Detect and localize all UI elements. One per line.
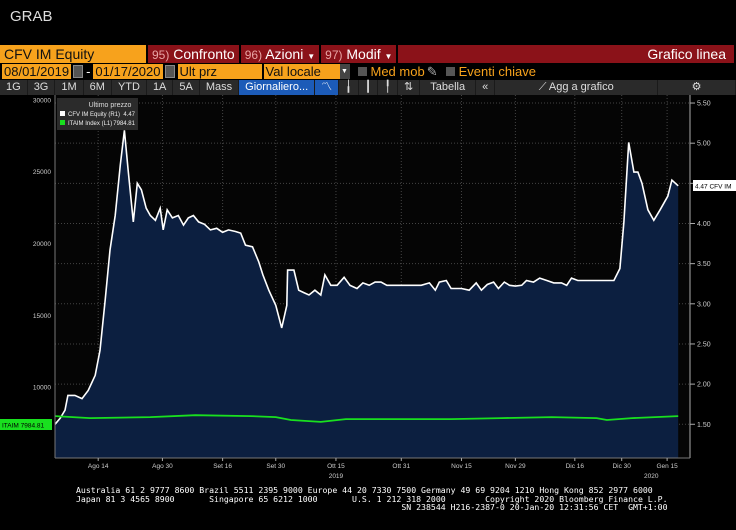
x-tick-label: Nov 15: [451, 463, 472, 470]
collapse-icon[interactable]: «: [476, 80, 495, 95]
actions-label: Azioni: [265, 46, 304, 62]
itaim-last-tag: ITAIM 7984.81: [0, 419, 52, 430]
frequency-select[interactable]: Giornaliero...: [239, 80, 315, 95]
chevron-down-icon[interactable]: ▼: [339, 64, 350, 79]
period-toolbar: 1G 3G 1M 6M YTD 1A 5A Mass Giornaliero..…: [0, 80, 736, 95]
add-to-chart-button[interactable]: ⟋ Agg a grafico: [495, 80, 658, 95]
period-5a[interactable]: 5A: [173, 80, 199, 95]
right-tick-label: 3.50: [697, 261, 711, 268]
bar-chart-icon[interactable]: ╿: [378, 80, 398, 95]
x-tick-label: Ott 15: [327, 463, 345, 470]
price-field-input[interactable]: Ult prz: [177, 64, 262, 79]
right-tick-label: 2.00: [697, 382, 711, 389]
start-date-input[interactable]: 08/01/2019: [2, 64, 72, 79]
period-6m[interactable]: 6M: [83, 80, 111, 95]
x-tick-label: Ago 30: [152, 463, 173, 470]
legend-swatch-cfv: [60, 111, 65, 116]
add-chart-icon: ⟋: [538, 81, 547, 93]
table-button[interactable]: Tabella: [420, 80, 476, 95]
legend-swatch-itaim: [60, 120, 65, 125]
period-ytd[interactable]: YTD: [111, 80, 146, 95]
calendar-icon[interactable]: [73, 65, 84, 78]
legend-label-itaim: ITAIM Index (L1): [68, 121, 112, 127]
legend-label-cfv: CFV IM Equity (R1): [68, 112, 120, 118]
year-label: 2020: [644, 473, 659, 480]
left-tick-label: 20000: [33, 241, 51, 248]
left-tick-label: 15000: [33, 313, 51, 320]
right-tick-label: 4.00: [697, 221, 711, 228]
date-bar: 08/01/2019 - 01/17/2020 Ult prz Val loca…: [0, 64, 736, 79]
x-tick-label: Ago 14: [88, 463, 109, 470]
gear-icon[interactable]: ⚙: [658, 80, 735, 95]
currency-select[interactable]: Val locale: [263, 64, 340, 79]
candle-chart-icon[interactable]: ┃: [358, 80, 378, 95]
right-tick-label: 5.00: [697, 141, 711, 148]
last-price-tag: 4.47 CFV IM: [693, 180, 736, 191]
x-tick-label: Set 30: [266, 463, 285, 470]
chevron-down-icon: ▼: [307, 52, 316, 61]
compare-num: 95): [152, 48, 170, 62]
right-tick-label: 3.00: [697, 301, 711, 308]
right-tick-label: 2.50: [697, 341, 711, 348]
line-chart-icon[interactable]: 〽: [315, 80, 339, 95]
ohlc-chart-icon[interactable]: ╽: [339, 80, 358, 95]
date-separator: -: [86, 64, 91, 79]
footer-session: SN 238544 H216-2387-0 20-Jan-20 12:31:56…: [401, 502, 668, 512]
period-1m[interactable]: 1M: [55, 80, 83, 95]
moving-avg-checkbox[interactable]: [357, 67, 367, 76]
itaim-last-label: ITAIM 7984.81: [2, 423, 45, 430]
period-1g[interactable]: 1G: [0, 80, 27, 95]
x-tick-label: Dic 30: [612, 463, 631, 470]
command-bar: CFV IM Equity 95) Confronto 96) Azioni ▼…: [0, 45, 736, 63]
left-tick-label: 30000: [33, 97, 51, 104]
right-tick-label: 1.50: [697, 422, 711, 429]
actions-menu[interactable]: 96) Azioni ▼: [240, 45, 320, 63]
legend-value-cfv: 4.47: [123, 112, 135, 118]
actions-num: 96): [244, 48, 263, 62]
left-tick-label: 25000: [33, 169, 51, 176]
x-tick-label: Ott 31: [392, 463, 410, 470]
period-max[interactable]: Mass: [199, 80, 239, 95]
x-tick-label: Gen 15: [656, 463, 678, 470]
edit-menu[interactable]: 97) Modif ▼: [321, 45, 397, 63]
pencil-icon[interactable]: ✎: [427, 64, 438, 80]
chevron-down-icon: ▼: [384, 52, 393, 61]
period-3g[interactable]: 3G: [27, 80, 55, 95]
price-chart: 5.505.004.504.003.503.002.502.001.503000…: [0, 95, 736, 480]
key-events-label: Eventi chiave: [458, 64, 536, 79]
legend: Ultimo prezzo CFV IM Equity (R1) 4.47 IT…: [57, 98, 138, 130]
ticker-field[interactable]: CFV IM Equity: [0, 45, 146, 63]
window-title: GRAB: [10, 8, 53, 25]
legend-value-itaim: 7984.81: [113, 121, 135, 127]
x-tick-label: Dic 16: [566, 463, 585, 470]
key-events-checkbox[interactable]: [445, 67, 455, 76]
chart-type-label: Grafico linea: [398, 45, 734, 63]
left-tick-label: 10000: [33, 385, 51, 392]
add-to-chart-label: Agg a grafico: [548, 81, 614, 93]
right-tick-label: 5.50: [697, 101, 711, 108]
x-tick-label: Nov 29: [505, 463, 526, 470]
period-1a[interactable]: 1A: [146, 80, 173, 95]
compare-label: Confronto: [173, 46, 235, 62]
year-label: 2019: [329, 473, 344, 480]
end-date-input[interactable]: 01/17/2020: [93, 64, 163, 79]
moving-avg-label: Med mob: [370, 64, 425, 79]
calendar-icon[interactable]: [164, 65, 175, 78]
footer: Australia 61 2 9777 8600 Brazil 5511 239…: [76, 486, 668, 512]
last-price-label: 4.47 CFV IM: [695, 184, 731, 191]
x-tick-label: Set 16: [213, 463, 232, 470]
compare-button[interactable]: 95) Confronto: [148, 45, 239, 63]
edit-label: Modif: [346, 46, 381, 62]
legend-title: Ultimo prezzo: [89, 102, 132, 109]
hlc-chart-icon[interactable]: ⇅: [398, 80, 420, 95]
edit-num: 97): [325, 48, 343, 62]
